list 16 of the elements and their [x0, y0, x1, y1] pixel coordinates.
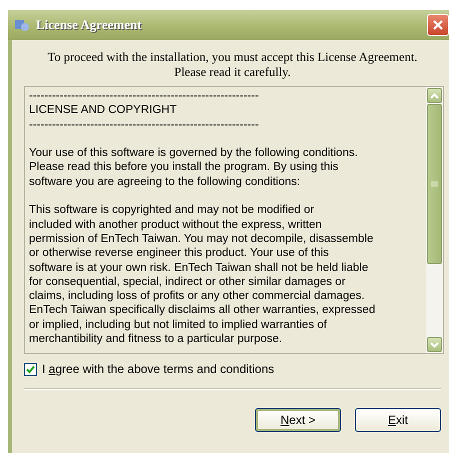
close-button[interactable] — [427, 14, 449, 36]
close-icon — [432, 19, 444, 31]
window-title: License Agreement — [36, 17, 143, 33]
setup-icon — [14, 17, 30, 33]
license-paragraph: This software is copyrighted and may not be modified or included with another product without the express, written permission of EnTech Taiwan. You may not decompile, disassemble or otherwise reverse engineer this product. Your use of this software is at your own risk. EnTech Taiwan shall not be held liable for consequential, special, indirect or other similar damages or claims, including loss of profits or any other commercial damages. EnTech Taiwan specifically disclaims all other warranties, expressed or implied, including but not limited to implied warranties of merchantibility and fitness to a particular purpose. — [29, 203, 376, 346]
exit-button[interactable]: Exit — [355, 408, 441, 432]
instruction-text: To proceed with the installation, you must accept this License Agreement. Please read it carefully. — [46, 50, 418, 80]
scroll-down-icon[interactable] — [427, 337, 442, 352]
agree-label[interactable]: I agree with the above terms and conditions — [42, 362, 274, 376]
next-button[interactable]: Next > — [255, 408, 341, 432]
scrollbar[interactable] — [426, 87, 443, 353]
agree-checkbox[interactable] — [24, 362, 37, 376]
scroll-thumb[interactable] — [427, 104, 442, 264]
license-paragraph: Your use of this software is governed by the following conditions. Please read this before you install the program. By using this software you are agreeing to the following conditions: — [29, 146, 359, 190]
license-paragraph: ------------------------------------------------------------ LICENSE AND COPYRIGHT ------------------------------------------------------------ — [29, 89, 260, 132]
scroll-up-icon[interactable] — [427, 88, 442, 103]
